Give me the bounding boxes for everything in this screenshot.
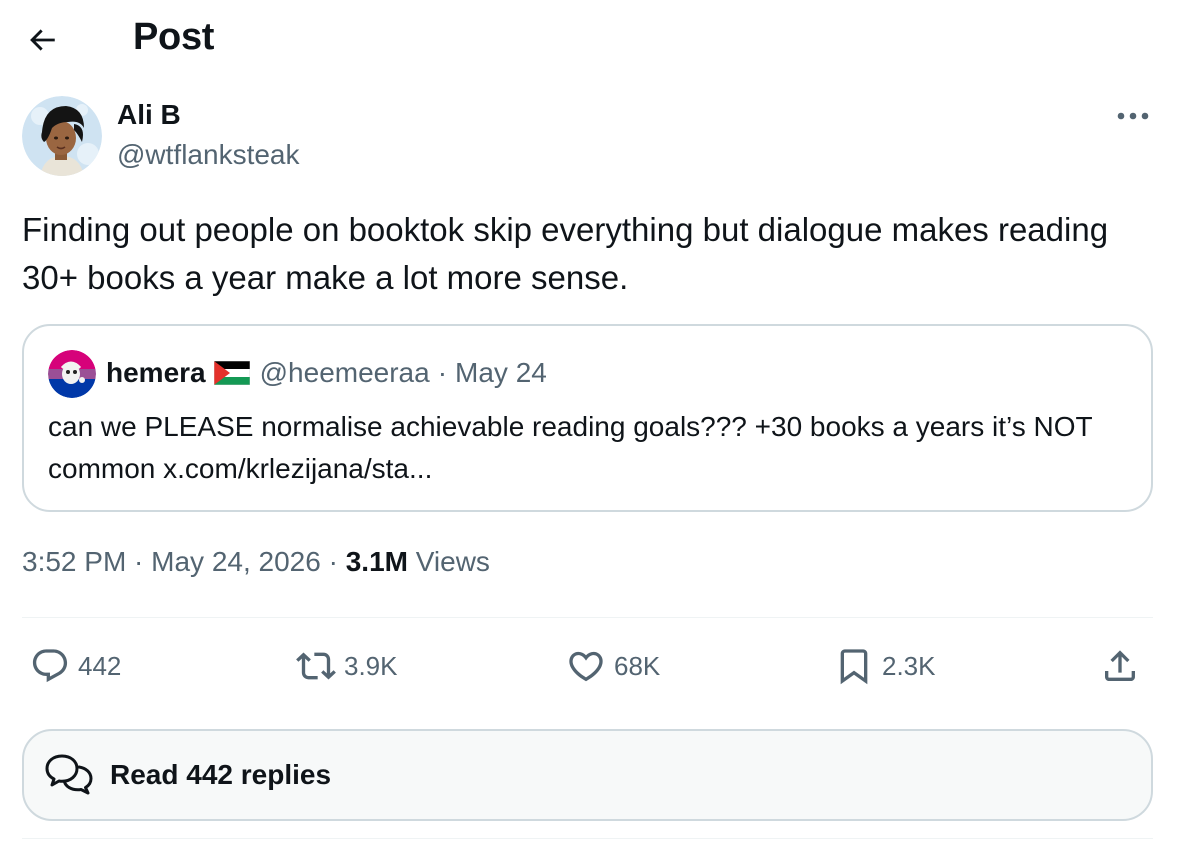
quoted-author-name: hemera xyxy=(106,357,206,388)
share-button[interactable] xyxy=(1100,644,1148,688)
top-bar: Post xyxy=(0,0,1182,76)
read-replies-label: Read 442 replies xyxy=(110,759,332,790)
like-count: 68K xyxy=(614,651,661,681)
more-horizontal-icon xyxy=(1117,112,1149,120)
divider xyxy=(22,617,1153,618)
repost-button[interactable]: 3.9K xyxy=(296,644,398,688)
reply-icon xyxy=(32,649,68,683)
quoted-date: May 24 xyxy=(455,357,547,388)
read-replies-button[interactable]: Read 442 replies xyxy=(22,729,1153,821)
separator-dot: · xyxy=(437,357,448,388)
bookmark-button[interactable]: 2.3K xyxy=(834,644,936,688)
views-count: 3.1M xyxy=(345,546,408,577)
avatar-illustration xyxy=(48,350,96,398)
reply-count: 442 xyxy=(78,651,122,681)
views-label: Views xyxy=(407,546,490,577)
back-button[interactable] xyxy=(22,20,62,60)
like-button[interactable]: 68K xyxy=(566,644,660,688)
author-handle[interactable]: @wtflanksteak xyxy=(117,139,300,171)
divider xyxy=(22,838,1153,839)
quoted-text: can we PLEASE normalise achievable readi… xyxy=(48,411,1093,484)
quoted-post[interactable]: hemera @heemeeraa · May 24 can we PLEASE… xyxy=(22,324,1153,512)
arrow-left-icon xyxy=(30,29,55,51)
quoted-header: hemera @heemeeraa · May 24 xyxy=(106,357,547,389)
post-text: Finding out people on booktok skip every… xyxy=(22,211,1109,296)
repost-icon xyxy=(296,652,336,680)
conversation-icon xyxy=(45,754,93,795)
page-title: Post xyxy=(133,16,215,58)
more-options-button[interactable] xyxy=(1112,100,1154,132)
repost-count: 3.9K xyxy=(344,651,398,681)
quoted-author-handle: @heemeeraa xyxy=(259,357,430,388)
quoted-avatar xyxy=(48,350,96,398)
post-timestamp[interactable]: 3:52 PM · May 24, 2026 · xyxy=(22,546,346,577)
bookmark-count: 2.3K xyxy=(882,651,936,681)
post-meta: 3:52 PM · May 24, 2026 · 3.1M Views xyxy=(22,546,490,578)
avatar-illustration xyxy=(22,96,102,176)
author-avatar[interactable] xyxy=(22,96,102,176)
share-icon xyxy=(1105,650,1135,681)
reply-button[interactable]: 442 xyxy=(30,644,121,688)
palestine-flag-icon xyxy=(213,361,250,385)
heart-icon xyxy=(569,651,603,682)
bookmark-icon xyxy=(840,649,868,685)
author-name[interactable]: Ali B xyxy=(117,99,181,131)
